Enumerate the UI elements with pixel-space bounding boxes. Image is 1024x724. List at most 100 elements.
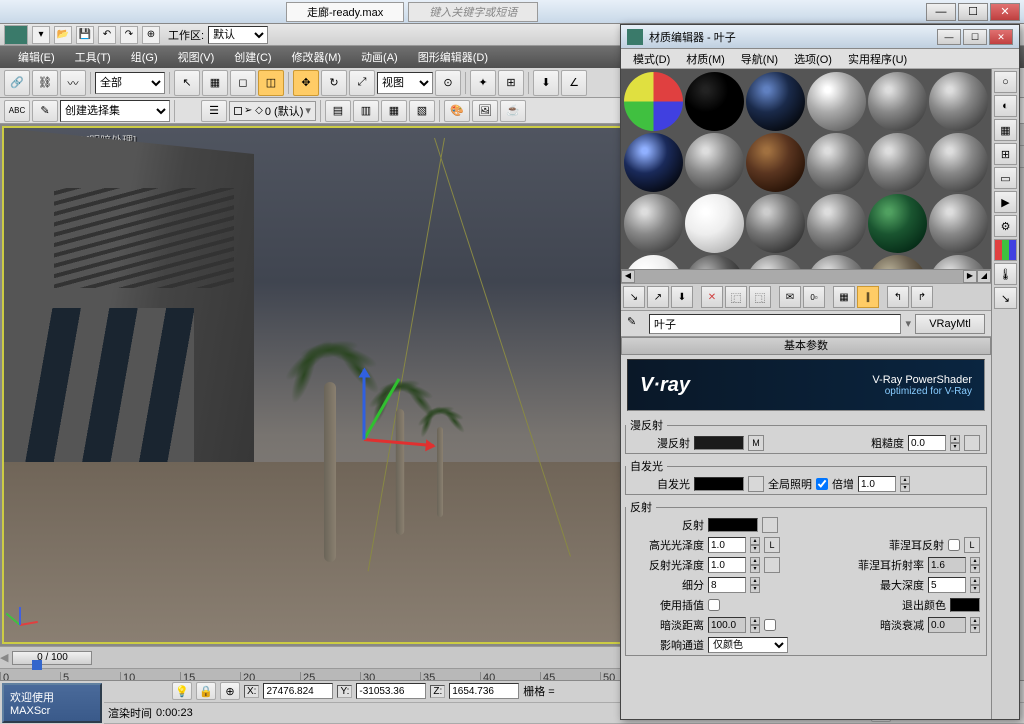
abc-icon[interactable]: ABC xyxy=(4,100,30,122)
fresnel-ior-spinner[interactable] xyxy=(928,557,966,573)
selection-lock-icon[interactable]: 🔒 xyxy=(196,682,216,700)
menu-create[interactable]: 创建(C) xyxy=(224,47,281,67)
menu-edit[interactable]: 编辑(E) xyxy=(8,47,65,67)
mat-id-icon[interactable]: 0▫ xyxy=(803,286,825,308)
select-name-icon[interactable]: ▦ xyxy=(202,70,228,96)
eyedropper-icon[interactable]: ✎ xyxy=(627,315,645,333)
mtl-map-nav-icon[interactable]: 🌡 xyxy=(994,263,1017,285)
material-sample-8[interactable] xyxy=(746,133,805,192)
material-sample-21[interactable] xyxy=(807,255,866,269)
material-sample-13[interactable] xyxy=(685,194,744,253)
selfillum-swatch[interactable] xyxy=(694,477,744,491)
reflect-map-button[interactable] xyxy=(762,517,778,533)
doc-tab[interactable]: 走廊-ready.max xyxy=(286,2,404,22)
get-material-icon[interactable]: ↘ xyxy=(623,286,645,308)
named-selection[interactable]: 创建选择集 xyxy=(60,100,170,122)
go-forward-icon[interactable]: ↱ xyxy=(911,286,933,308)
material-type-button[interactable]: VRayMtl xyxy=(915,314,985,334)
welcome-panel[interactable]: 欢迎使用 MAXScr xyxy=(2,683,102,723)
material-sample-22[interactable] xyxy=(868,255,927,269)
undo-icon[interactable]: ↶ xyxy=(98,26,116,44)
matdlg-titlebar[interactable]: 材质编辑器 - 叶子 — ☐ ✕ xyxy=(621,25,1019,49)
put-scene-icon[interactable]: ↗ xyxy=(647,286,669,308)
window-crossing-icon[interactable]: ◫ xyxy=(258,70,284,96)
menu-grapheditors[interactable]: 图形编辑器(D) xyxy=(408,47,498,67)
new-icon[interactable]: ▾ xyxy=(32,26,50,44)
material-sample-10[interactable] xyxy=(868,133,927,192)
pick-icon[interactable]: ↘ xyxy=(994,287,1017,309)
material-sample-11[interactable] xyxy=(929,133,988,192)
assign-icon[interactable]: ⬇ xyxy=(671,286,693,308)
diffuse-map-button[interactable]: M xyxy=(748,435,764,451)
material-sample-12[interactable] xyxy=(624,194,683,253)
matdlg-min-button[interactable]: — xyxy=(937,29,961,45)
menu-tools[interactable]: 工具(T) xyxy=(65,47,121,67)
go-parent-icon[interactable]: ↰ xyxy=(887,286,909,308)
material-sample-5[interactable] xyxy=(929,72,988,131)
material-sample-17[interactable] xyxy=(929,194,988,253)
workspace-select[interactable]: 默认 xyxy=(208,26,268,44)
uv-tile-icon[interactable]: ⊞ xyxy=(994,143,1017,165)
render-icon[interactable]: ☕ xyxy=(500,100,526,122)
matdlg-close-button[interactable]: ✕ xyxy=(989,29,1013,45)
select-region-icon[interactable]: ◻ xyxy=(230,70,256,96)
matmenu-nav[interactable]: 导航(N) xyxy=(733,51,786,67)
material-sample-7[interactable] xyxy=(685,133,744,192)
show-map-icon[interactable]: ▦ xyxy=(833,286,855,308)
lock-icon[interactable]: 💡 xyxy=(172,682,192,700)
dimfall-spinner[interactable] xyxy=(928,617,966,633)
matmenu-material[interactable]: 材质(M) xyxy=(678,51,733,67)
search-tab[interactable]: 键入关键字或短语 xyxy=(408,2,538,22)
reset-icon[interactable]: ✕ xyxy=(701,286,723,308)
pivot-icon[interactable]: ⊙ xyxy=(435,70,461,96)
material-name-input[interactable] xyxy=(649,314,901,334)
video-check-icon[interactable]: ▭ xyxy=(994,167,1017,189)
material-sample-1[interactable] xyxy=(685,72,744,131)
refcoord-select[interactable]: 视图 xyxy=(377,72,433,94)
material-sample-20[interactable] xyxy=(746,255,805,269)
minimize-button[interactable]: — xyxy=(926,3,956,21)
app-icon[interactable] xyxy=(4,25,28,45)
matdlg-max-button[interactable]: ☐ xyxy=(963,29,987,45)
preview-icon[interactable]: ▶ xyxy=(994,191,1017,213)
copy-icon[interactable]: ⿸ xyxy=(725,286,747,308)
fresnel-lock-button[interactable]: L xyxy=(964,537,980,553)
hilight-map-button[interactable]: L xyxy=(764,537,780,553)
affect-channel-select[interactable]: 仅颜色 xyxy=(708,637,788,653)
menu-group[interactable]: 组(G) xyxy=(121,47,168,67)
layer-icon[interactable]: ☰ xyxy=(201,100,227,122)
reflgloss-spinner[interactable] xyxy=(708,557,746,573)
material-sample-4[interactable] xyxy=(868,72,927,131)
material-sample-3[interactable] xyxy=(807,72,866,131)
roughness-spinner[interactable] xyxy=(908,435,946,451)
hilight-spinner[interactable] xyxy=(708,537,746,553)
reflgloss-map-button[interactable] xyxy=(764,557,780,573)
selfillum-mult-spinner[interactable] xyxy=(858,476,896,492)
selfillum-map-button[interactable] xyxy=(748,476,764,492)
sample-type-icon[interactable]: ○ xyxy=(994,71,1017,93)
redo-icon[interactable]: ↷ xyxy=(120,26,138,44)
timeline-key[interactable] xyxy=(32,660,42,670)
material-sample-16[interactable] xyxy=(868,194,927,253)
render-frame-icon[interactable]: 🖼 xyxy=(472,100,498,122)
maximize-button[interactable]: ☐ xyxy=(958,3,988,21)
maxdepth-spinner[interactable] xyxy=(928,577,966,593)
layer-name[interactable]: 0 (默认) xyxy=(265,103,304,119)
bind-tool-icon[interactable]: 〰 xyxy=(60,70,86,96)
dim-dist-spinner[interactable] xyxy=(708,617,746,633)
y-coord[interactable] xyxy=(356,683,426,699)
layer-tool-3[interactable]: ▦ xyxy=(381,100,407,122)
material-sample-9[interactable] xyxy=(807,133,866,192)
snap-icon[interactable]: ⬇ xyxy=(533,70,559,96)
z-coord[interactable] xyxy=(449,683,519,699)
dim-checkbox[interactable] xyxy=(764,619,776,631)
sibling-icon[interactable]: ⿹ xyxy=(749,286,771,308)
move-tool-icon[interactable]: ✥ xyxy=(293,70,319,96)
keymode-icon[interactable]: ⊞ xyxy=(498,70,524,96)
matmenu-options[interactable]: 选项(O) xyxy=(786,51,840,67)
absolute-icon[interactable]: ⊕ xyxy=(220,682,240,700)
roughness-spinbtns[interactable]: ▴▾ xyxy=(950,435,960,451)
anglesnap-icon[interactable]: ∠ xyxy=(561,70,587,96)
close-button[interactable]: ✕ xyxy=(990,3,1020,21)
edit-namedsel-icon[interactable]: ✎ xyxy=(32,100,58,122)
